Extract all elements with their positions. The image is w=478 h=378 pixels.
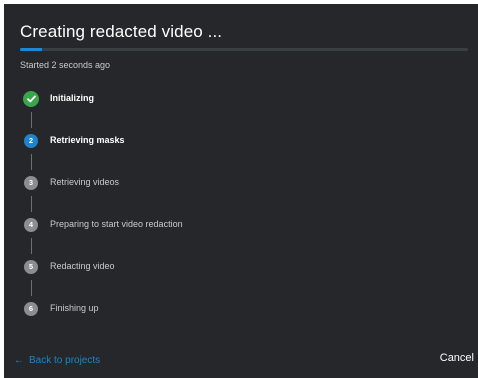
- cancel-button[interactable]: Cancel: [440, 352, 474, 364]
- redaction-progress-dialog: Creating redacted video ... Started 2 se…: [4, 4, 478, 378]
- step-connector: [31, 154, 32, 170]
- step-retrieving-videos: 3 Retrieving videos: [20, 176, 460, 218]
- arrow-left-icon: ←: [14, 355, 24, 366]
- step-label: Initializing: [50, 93, 94, 103]
- step-number-badge: 3: [24, 176, 38, 190]
- step-finishing-up: 6 Finishing up: [20, 302, 460, 344]
- step-number-badge: 4: [24, 218, 38, 232]
- step-number-badge: 2: [24, 134, 38, 148]
- step-initializing: Initializing: [20, 91, 460, 134]
- dialog-title: Creating redacted video ...: [20, 22, 223, 41]
- step-label: Retrieving videos: [50, 177, 120, 187]
- back-to-projects-link[interactable]: ← Back to projects: [14, 355, 100, 366]
- step-label: Retrieving masks: [50, 135, 125, 145]
- started-time-text: Started 2 seconds ago: [20, 60, 111, 70]
- step-list: Initializing 2 Retrieving masks 3 Retrie…: [20, 91, 460, 344]
- step-connector: [31, 280, 32, 296]
- step-label: Redacting video: [50, 261, 115, 271]
- step-number-badge: 6: [24, 302, 38, 316]
- step-number-badge: 5: [24, 260, 38, 274]
- progress-bar: [20, 48, 468, 51]
- step-label: Finishing up: [50, 303, 99, 313]
- step-redacting-video: 5 Redacting video: [20, 260, 460, 302]
- step-label: Preparing to start video redaction: [50, 219, 183, 229]
- progress-bar-fill: [20, 48, 43, 51]
- step-connector: [31, 238, 32, 254]
- check-icon: [23, 91, 39, 107]
- step-retrieving-masks: 2 Retrieving masks: [20, 134, 460, 176]
- back-to-projects-label: Back to projects: [29, 355, 101, 366]
- step-preparing-redaction: 4 Preparing to start video redaction: [20, 218, 460, 260]
- step-connector: [31, 112, 32, 128]
- step-connector: [31, 196, 32, 212]
